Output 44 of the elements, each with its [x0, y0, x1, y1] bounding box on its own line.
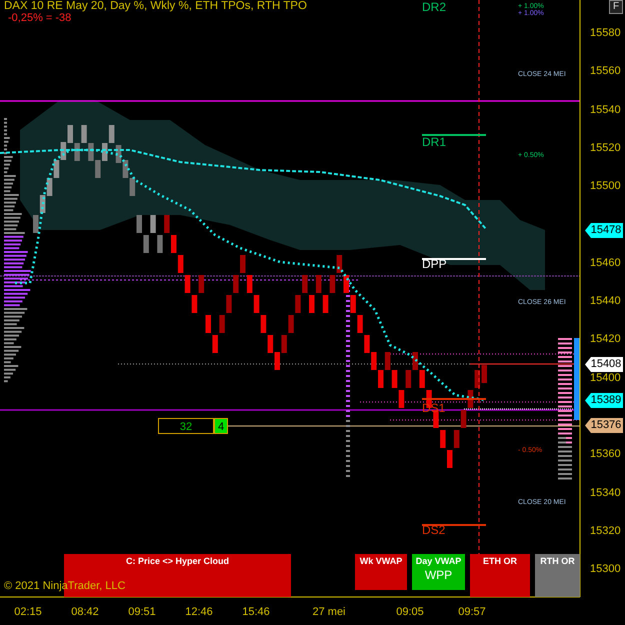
pivot-line — [422, 398, 486, 400]
time-tick-label: 27 mei — [312, 606, 346, 618]
price-tick-label: 15580 — [590, 27, 621, 39]
change-readout: -0,25% = -38 — [8, 12, 72, 24]
price-tick-label: 15520 — [590, 142, 621, 154]
price-tick-label: 15560 — [590, 65, 621, 78]
pivot-line — [422, 258, 486, 260]
counter-count: 4 — [214, 418, 228, 434]
pivot-label: DR2 — [422, 0, 446, 14]
signal-label: C: Price <> Hyper Cloud — [126, 556, 230, 566]
pivot-label: DR1 — [422, 135, 446, 149]
price-marker: 15376 — [585, 418, 623, 433]
signal-label: RTH OR — [540, 556, 575, 566]
price-tick-label: 15400 — [590, 372, 621, 384]
price-tick-label: 15420 — [590, 333, 621, 346]
price-marker: 15478 — [585, 223, 623, 238]
time-tick-label: 15:46 — [242, 606, 270, 618]
signal-sublabel: WPP — [424, 568, 454, 582]
price-tick-label: 15340 — [590, 486, 621, 499]
price-tick-label: 15540 — [590, 104, 621, 116]
time-tick-label: 08:42 — [71, 606, 99, 618]
counter-value: 32 — [158, 418, 214, 434]
pivot-line — [422, 134, 486, 136]
price-tick-label: 15500 — [590, 180, 621, 192]
time-tick-label: 12:46 — [185, 606, 213, 618]
price-tick-label: 15300 — [590, 563, 621, 576]
price-marker: 15389 — [585, 393, 623, 408]
pivot-line — [422, 524, 486, 526]
price-tick-label: 15440 — [590, 295, 621, 308]
signal-label: Wk VWAP — [360, 556, 402, 566]
price-tick-label: 15360 — [590, 448, 621, 460]
signal-label: Day VWAP — [416, 556, 462, 566]
pivot-label: DS2 — [422, 523, 446, 537]
time-tick-label: 02:15 — [14, 606, 42, 618]
corner-button[interactable]: F — [609, 0, 623, 14]
time-tick-label: 09:57 — [458, 606, 486, 618]
price-tick-label: 15460 — [590, 256, 621, 269]
time-tick-label: 09:05 — [396, 606, 424, 618]
chart-title: DAX 10 RE May 20, Day %, Wkly %, ETH TPOs, RTH TPO — [4, 0, 307, 12]
signal-label: ETH OR — [482, 556, 517, 566]
pivot-label: DPP — [422, 257, 447, 271]
price-marker: 15408 — [585, 357, 623, 372]
price-tick-label: 15320 — [590, 524, 621, 537]
time-tick-label: 09:51 — [128, 606, 156, 618]
